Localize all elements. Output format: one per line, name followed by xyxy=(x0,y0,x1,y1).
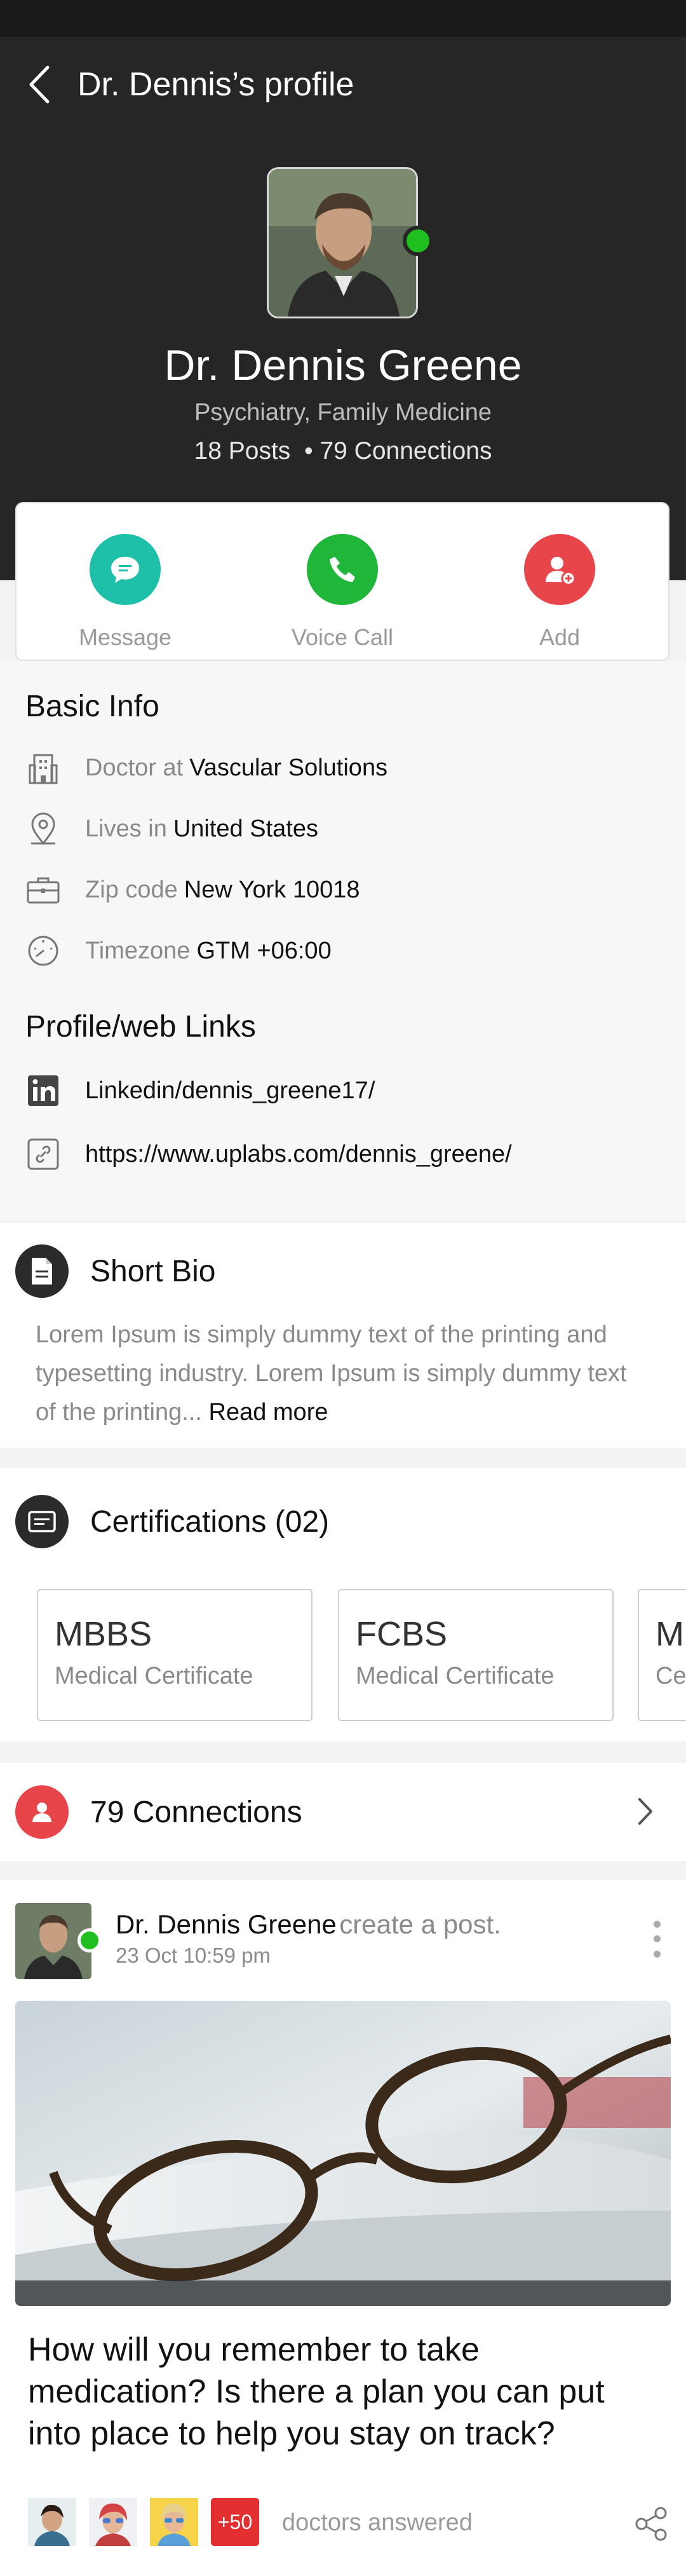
status-bar xyxy=(0,0,686,37)
certificate-subtitle: Certificate xyxy=(656,1663,686,1689)
website-url: https://www.uplabs.com/dennis_greene/ xyxy=(85,1140,512,1168)
bio-body: Lorem Ipsum is simply dummy text of the … xyxy=(36,1321,627,1426)
connections-label: 79 Connections xyxy=(90,1795,302,1829)
doctor-avatar-2 xyxy=(89,2498,137,2546)
short-bio-card: Short Bio Lorem Ipsum is simply dummy te… xyxy=(0,1223,686,1448)
chevron-right-icon xyxy=(638,1798,652,1825)
bio-text: Lorem Ipsum is simply dummy text of the … xyxy=(0,1316,686,1432)
certificate-card-1[interactable]: MBBS Medical Certificate xyxy=(37,1589,313,1721)
glasses-photo xyxy=(15,2001,671,2306)
doctor-avatar-1 xyxy=(28,2498,76,2546)
certificate-card-3[interactable]: MBBS Certificate xyxy=(638,1589,686,1721)
more-dot xyxy=(653,1921,661,1928)
message-button[interactable]: Message xyxy=(17,503,234,660)
building-icon xyxy=(25,750,61,786)
info-row-timezone: Timezone GTM +06:00 xyxy=(0,920,686,981)
profile-specialty: Psychiatry, Family Medicine xyxy=(194,399,492,426)
post-image[interactable] xyxy=(15,2001,671,2306)
certifications-card: Certifications (02) MBBS Medical Certifi… xyxy=(0,1468,686,1741)
profile-stats[interactable]: 18 Posts • 79 Connections xyxy=(0,437,686,465)
badge-count: +50 xyxy=(217,2510,253,2533)
phone-icon xyxy=(307,534,378,605)
certifications-title-row: Certifications (02) xyxy=(0,1468,686,1548)
post-action: create a post. xyxy=(339,1909,501,1939)
certifications-heading: Certifications (02) xyxy=(90,1504,330,1539)
answered-count-badge: +50 xyxy=(211,2498,259,2546)
website-link[interactable]: https://www.uplabs.com/dennis_greene/ xyxy=(0,1122,686,1186)
certificate-title: FCBS xyxy=(356,1615,448,1653)
info-row-zip: Zip code New York 10018 xyxy=(0,859,686,920)
linkedin-url: Linkedin/dennis_greene17/ xyxy=(85,1077,375,1104)
info-row-location: Lives in United States xyxy=(0,798,686,859)
page-title: Dr. Dennis’s profile xyxy=(77,66,354,103)
author-online-dot xyxy=(77,1928,102,1952)
certificate-title: MBBS xyxy=(55,1615,152,1653)
timezone-value: GTM +06:00 xyxy=(196,937,332,964)
chevron-left-icon xyxy=(29,65,50,104)
linkedin-link[interactable]: Linkedin/dennis_greene17/ xyxy=(0,1059,686,1122)
back-button[interactable] xyxy=(25,62,53,107)
certificate-subtitle: Medical Certificate xyxy=(55,1663,253,1689)
post-card: Dr. Dennis Greene create a post. 23 Oct … xyxy=(0,1880,686,2576)
voice-call-button[interactable]: Voice Call xyxy=(234,503,451,660)
add-connection-button[interactable]: Add xyxy=(451,503,668,660)
timezone-label: Timezone xyxy=(85,937,191,964)
certificate-title: MBBS xyxy=(656,1615,686,1653)
profile-header: Dr. Dennis’s profile Dr. Dennis Greene P… xyxy=(0,37,686,580)
linkedin-icon xyxy=(25,1073,61,1108)
answered-row[interactable]: +50 doctors answered xyxy=(28,2498,667,2549)
certificate-card-2[interactable]: FCBS Medical Certificate xyxy=(338,1589,614,1721)
workplace-value: Vascular Solutions xyxy=(189,754,388,781)
bio-title-row: Short Bio xyxy=(0,1223,686,1298)
user-icon xyxy=(15,1785,69,1839)
doctor-avatar-3 xyxy=(150,2498,198,2546)
briefcase-icon xyxy=(25,872,61,908)
certificate-icon xyxy=(15,1495,69,1548)
post-date: 23 Oct 10:59 pm xyxy=(116,1944,271,1967)
top-nav: Dr. Dennis’s profile xyxy=(25,62,354,107)
post-meta: Dr. Dennis Greene create a post. 23 Oct … xyxy=(116,1909,501,1968)
add-user-icon xyxy=(524,534,595,605)
message-icon xyxy=(90,534,161,605)
more-dot xyxy=(653,1935,661,1943)
online-status-dot xyxy=(403,226,433,256)
location-pin-icon xyxy=(25,811,61,847)
zip-label: Zip code xyxy=(85,876,178,903)
basic-info-section: Basic Info Doctor at Vascular Solutions … xyxy=(0,661,686,1220)
workplace-label: Doctor at xyxy=(85,754,184,781)
profile-avatar[interactable] xyxy=(267,167,433,318)
profile-name: Dr. Dennis Greene xyxy=(164,341,522,390)
location-label: Lives in xyxy=(85,815,167,842)
action-bar: Message Voice Call Add xyxy=(15,502,669,661)
message-label: Message xyxy=(78,624,172,650)
add-label: Add xyxy=(539,624,581,650)
zip-value: New York 10018 xyxy=(184,876,360,903)
answered-label: doctors answered xyxy=(282,2509,473,2536)
avatar-photo xyxy=(269,169,416,317)
bio-heading: Short Bio xyxy=(90,1254,216,1288)
share-icon[interactable] xyxy=(633,2505,669,2542)
certificate-subtitle: Medical Certificate xyxy=(356,1663,555,1689)
more-dot xyxy=(653,1950,661,1958)
basic-info-heading: Basic Info xyxy=(25,690,159,723)
location-value: United States xyxy=(173,815,318,842)
more-options-button[interactable] xyxy=(644,1917,669,1961)
connections-row[interactable]: 79 Connections xyxy=(0,1763,686,1861)
read-more-link[interactable]: Read more xyxy=(209,1399,328,1426)
info-row-workplace: Doctor at Vascular Solutions xyxy=(0,737,686,798)
document-icon xyxy=(15,1244,69,1298)
avatar xyxy=(267,167,418,318)
clock-icon xyxy=(25,933,61,969)
post-question: How will you remember to take medication… xyxy=(28,2331,605,2452)
post-author-name[interactable]: Dr. Dennis Greene xyxy=(116,1909,337,1939)
links-heading: Profile/web Links xyxy=(25,1010,256,1044)
voice-call-label: Voice Call xyxy=(291,624,394,650)
link-icon xyxy=(25,1136,61,1172)
